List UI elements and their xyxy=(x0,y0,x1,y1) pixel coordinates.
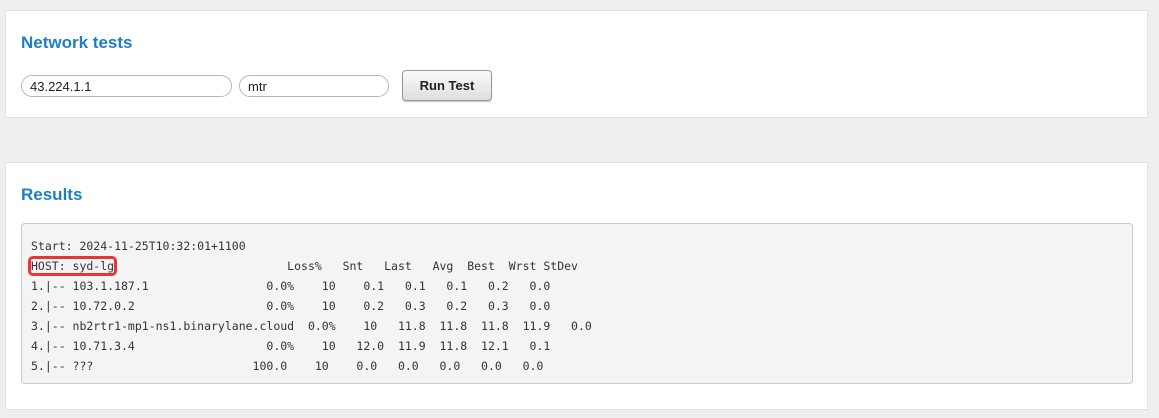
host-input[interactable] xyxy=(21,75,232,97)
host-label-highlight: HOST: syd-lg xyxy=(27,256,118,276)
network-tests-title: Network tests xyxy=(21,33,133,52)
results-output: Start: 2024-11-25T10:32:01+1100 HOST: syd… xyxy=(21,223,1133,384)
run-test-button[interactable]: Run Test xyxy=(402,70,492,101)
hop-row: 4.|-- 10.71.3.4 0.0% 10 12.0 11.9 11.8 1… xyxy=(31,339,551,353)
hop-row: 3.|-- nb2rtr1-mp1-ns1.binarylane.cloud 0… xyxy=(31,319,592,333)
header-line: HOST: syd-lg Loss% Snt Last Avg Best Wrs… xyxy=(27,256,1123,276)
header-columns: Loss% Snt Last Avg Best Wrst StDev xyxy=(114,259,578,273)
tool-input[interactable] xyxy=(239,75,389,97)
start-line: Start: 2024-11-25T10:32:01+1100 xyxy=(31,239,246,253)
results-title: Results xyxy=(21,185,83,204)
network-tests-panel: Network tests Run Test xyxy=(5,10,1148,118)
hop-row: 1.|-- 103.1.187.1 0.0% 10 0.1 0.1 0.1 0.… xyxy=(31,279,551,293)
hop-row: 2.|-- 10.72.0.2 0.0% 10 0.2 0.3 0.2 0.3 … xyxy=(31,299,551,313)
results-panel: Results Start: 2024-11-25T10:32:01+1100 H… xyxy=(5,162,1148,410)
hop-row: 5.|-- ??? 100.0 10 0.0 0.0 0.0 0.0 0.0 xyxy=(31,359,544,373)
